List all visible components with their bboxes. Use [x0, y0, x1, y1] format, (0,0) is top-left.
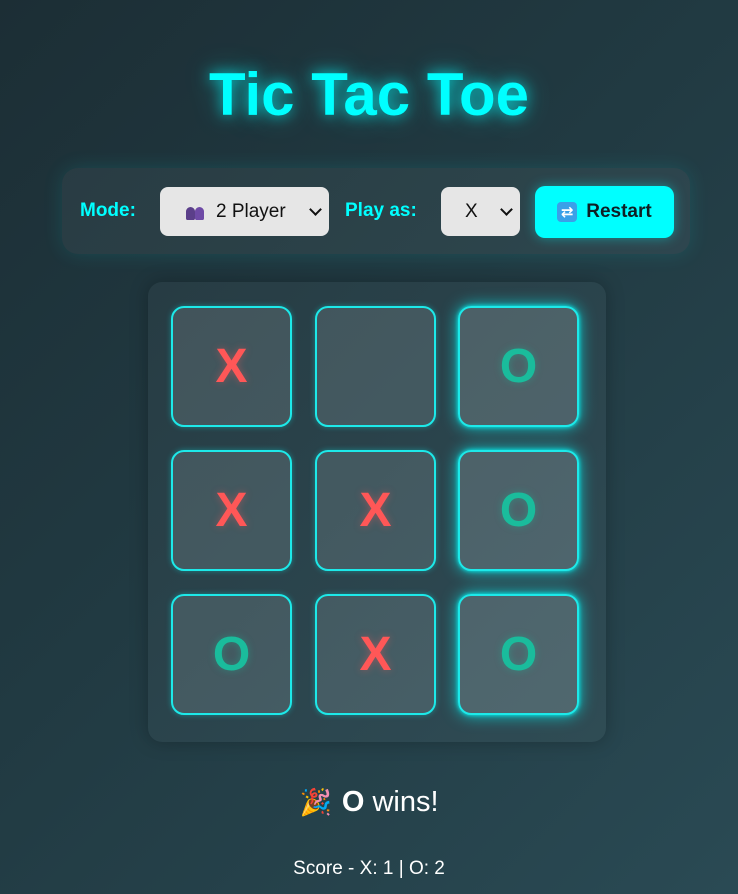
board-cell[interactable]: O [171, 594, 292, 715]
cell-mark: O [499, 628, 538, 681]
board-cell[interactable]: X [171, 450, 292, 571]
chevron-down-icon [500, 203, 513, 216]
restart-button[interactable]: ⇄ Restart [535, 186, 674, 238]
controls-panel: Mode: 2 Player Play as: X ⇄ Restart [62, 168, 690, 254]
play-as-select[interactable]: X [441, 187, 520, 236]
status-text: wins! [372, 786, 439, 818]
board-cell[interactable]: X [171, 306, 292, 427]
party-popper-icon: 🎉 [299, 788, 332, 818]
cell-mark: O [499, 340, 538, 393]
board-cell[interactable]: X [315, 450, 436, 571]
board-cell[interactable]: O [458, 450, 579, 571]
page-title: Tic Tac Toe [208, 61, 530, 128]
game-status: 🎉 O wins! [0, 784, 738, 821]
board-cell[interactable]: O [458, 306, 579, 427]
winner-mark: O [341, 786, 365, 818]
repeat-icon: ⇄ [557, 202, 578, 222]
cell-mark: O [212, 628, 251, 681]
cell-mark: X [359, 484, 392, 537]
mode-select-value: 2 Player [216, 200, 286, 222]
score-display: Score - X: 1 | O: 2 [293, 858, 445, 879]
mode-label: Mode: [80, 200, 136, 221]
cell-mark: X [215, 340, 248, 393]
board-cell[interactable] [315, 306, 436, 427]
mode-select[interactable]: 2 Player [160, 187, 329, 236]
play-as-select-value: X [465, 200, 478, 222]
board-cell[interactable]: O [458, 594, 579, 715]
two-people-icon [186, 204, 206, 220]
restart-button-label: Restart [586, 201, 652, 222]
board-cell[interactable]: X [315, 594, 436, 715]
chevron-down-icon [309, 203, 322, 216]
cell-mark: X [215, 484, 248, 537]
cell-mark: X [359, 628, 392, 681]
game-board: X O X X O O X O [148, 282, 606, 742]
play-as-label: Play as: [345, 200, 417, 221]
cell-mark: O [499, 484, 538, 537]
